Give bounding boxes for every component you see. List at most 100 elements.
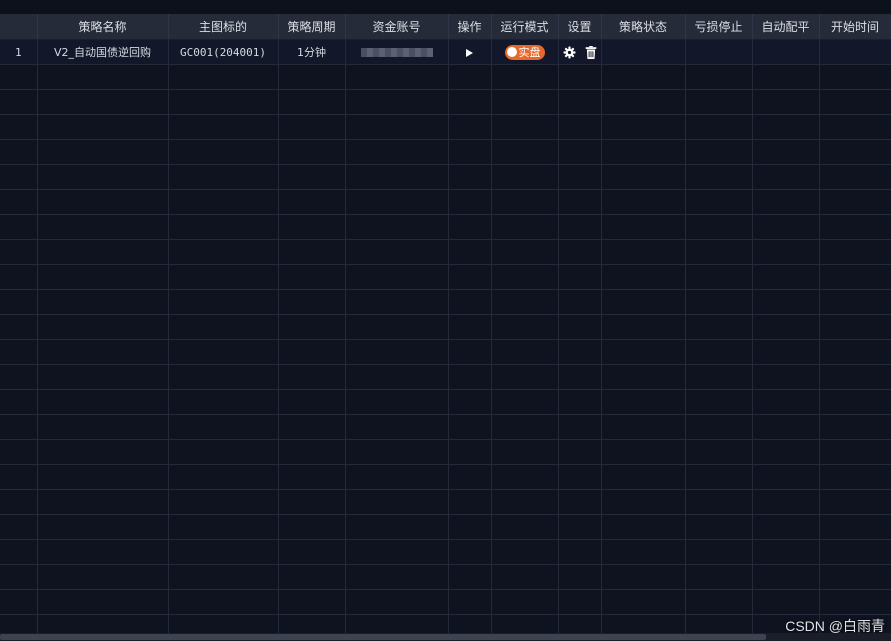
empty-cell xyxy=(448,389,492,415)
empty-cell xyxy=(819,489,891,515)
empty-cell xyxy=(448,489,492,515)
row-fund-account xyxy=(345,39,449,65)
empty-cell xyxy=(491,189,559,215)
empty-cell xyxy=(752,464,820,490)
empty-cell xyxy=(819,514,891,540)
empty-cell xyxy=(448,89,492,115)
empty-cell xyxy=(448,114,492,140)
empty-cell xyxy=(752,314,820,340)
empty-cell xyxy=(168,539,279,565)
empty-cell xyxy=(168,339,279,365)
empty-cell xyxy=(37,214,169,240)
header-start-time[interactable]: 开始时间 xyxy=(819,14,891,40)
empty-cell xyxy=(278,264,346,290)
empty-cell xyxy=(345,239,449,265)
run-mode-toggle[interactable]: 实盘 xyxy=(504,44,545,60)
empty-cell xyxy=(345,439,449,465)
empty-cell xyxy=(168,89,279,115)
row-strategy-period: 1分钟 xyxy=(278,39,346,65)
empty-cell xyxy=(278,89,346,115)
empty-cell xyxy=(0,139,38,165)
empty-cell xyxy=(685,514,753,540)
empty-cell xyxy=(558,589,602,615)
empty-cell xyxy=(491,564,559,590)
empty-cell xyxy=(491,514,559,540)
empty-cell xyxy=(752,214,820,240)
empty-cell xyxy=(558,539,602,565)
empty-cell xyxy=(752,414,820,440)
header-fund-account[interactable]: 资金账号 xyxy=(345,14,449,40)
scrollbar-thumb[interactable] xyxy=(0,634,766,640)
toggle-knob xyxy=(506,47,517,57)
empty-cell xyxy=(278,464,346,490)
empty-cell xyxy=(752,164,820,190)
empty-cell xyxy=(491,164,559,190)
empty-cell xyxy=(558,389,602,415)
empty-row xyxy=(0,564,891,590)
empty-cell xyxy=(601,264,686,290)
header-index[interactable] xyxy=(0,14,38,40)
empty-cell xyxy=(345,514,449,540)
header-run-mode[interactable]: 运行模式 xyxy=(491,14,559,40)
empty-cell xyxy=(685,314,753,340)
empty-cell xyxy=(37,389,169,415)
empty-cell xyxy=(491,414,559,440)
empty-cell xyxy=(0,589,38,615)
header-auto-balance[interactable]: 自动配平 xyxy=(752,14,820,40)
empty-cell xyxy=(752,439,820,465)
empty-cell xyxy=(491,489,559,515)
empty-cell xyxy=(819,139,891,165)
trash-icon[interactable] xyxy=(585,45,597,59)
empty-cell xyxy=(278,414,346,440)
empty-cell xyxy=(685,564,753,590)
empty-cell xyxy=(819,564,891,590)
empty-cell xyxy=(37,439,169,465)
empty-row xyxy=(0,64,891,90)
header-strategy-name[interactable]: 策略名称 xyxy=(37,14,169,40)
header-operation[interactable]: 操作 xyxy=(448,14,492,40)
header-settings[interactable]: 设置 xyxy=(558,14,602,40)
empty-cell xyxy=(601,164,686,190)
empty-row xyxy=(0,389,891,415)
empty-cell xyxy=(37,114,169,140)
empty-cell xyxy=(685,489,753,515)
empty-cell xyxy=(601,114,686,140)
header-strategy-status[interactable]: 策略状态 xyxy=(601,14,686,40)
empty-cell xyxy=(685,114,753,140)
empty-cell xyxy=(448,439,492,465)
row-strategy-status xyxy=(601,39,686,65)
header-strategy-period[interactable]: 策略周期 xyxy=(278,14,346,40)
row-start-time xyxy=(819,39,891,65)
empty-cell xyxy=(819,264,891,290)
empty-cell xyxy=(168,189,279,215)
empty-cell xyxy=(37,89,169,115)
empty-cell xyxy=(752,89,820,115)
header-loss-stop[interactable]: 亏损停止 xyxy=(685,14,753,40)
empty-cell xyxy=(491,539,559,565)
empty-cell xyxy=(448,289,492,315)
empty-cell xyxy=(168,114,279,140)
play-icon[interactable] xyxy=(466,48,473,57)
masked-account-value xyxy=(360,48,433,57)
empty-cell xyxy=(37,364,169,390)
empty-cell xyxy=(37,164,169,190)
table-row[interactable]: 1 V2_自动国债逆回购 GC001(204001) 1分钟 实盘 xyxy=(0,39,891,65)
empty-row xyxy=(0,114,891,140)
gear-icon[interactable] xyxy=(563,46,576,59)
empty-cell xyxy=(168,489,279,515)
empty-cell xyxy=(278,289,346,315)
horizontal-scrollbar[interactable] xyxy=(0,633,891,641)
empty-cell xyxy=(448,189,492,215)
empty-cell xyxy=(168,389,279,415)
empty-cell xyxy=(491,139,559,165)
empty-cell xyxy=(0,89,38,115)
empty-cell xyxy=(558,164,602,190)
empty-row xyxy=(0,589,891,615)
empty-cell xyxy=(752,539,820,565)
row-strategy-name: V2_自动国债逆回购 xyxy=(37,39,169,65)
empty-cell xyxy=(37,514,169,540)
empty-cell xyxy=(345,114,449,140)
empty-cell xyxy=(491,239,559,265)
empty-row xyxy=(0,314,891,340)
header-main-symbol[interactable]: 主图标的 xyxy=(168,14,279,40)
